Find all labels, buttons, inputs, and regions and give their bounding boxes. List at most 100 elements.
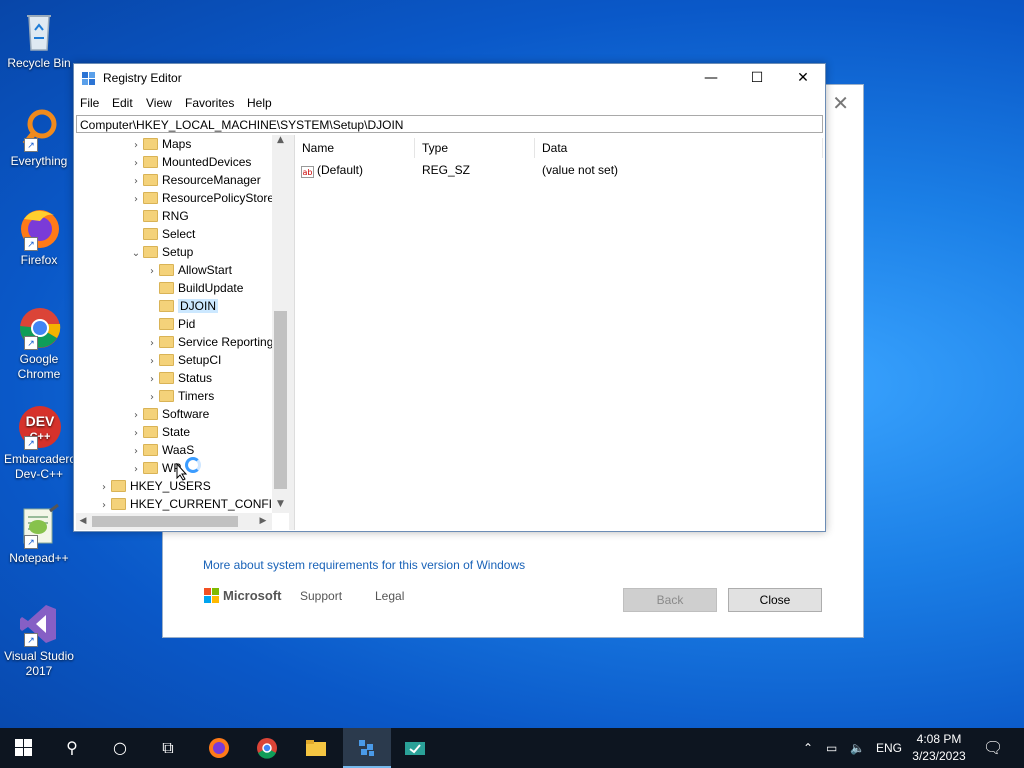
task-view-icon[interactable]: ⧉	[144, 728, 192, 768]
tree-node[interactable]: › Service Reporting	[145, 333, 273, 351]
back-button[interactable]: Back	[623, 588, 717, 612]
folder-icon	[143, 444, 158, 456]
microsoft-brand: Microsoft	[223, 588, 282, 603]
start-button[interactable]	[0, 728, 48, 768]
tree-node[interactable]: › Software	[129, 405, 209, 423]
tree-node[interactable]: ⌄ Setup	[129, 243, 194, 263]
taskbar: ⚲ ○ ⧉ ⌃ ▭ 🔈 ENG 4:08 PM 3/23/2023 🗨	[0, 728, 1024, 768]
scroll-left-icon[interactable]: ◀	[76, 513, 90, 530]
volume-muted-icon[interactable]: 🔈	[850, 728, 865, 768]
folder-icon	[143, 210, 158, 222]
tree-node[interactable]: › HKEY_USERS	[97, 477, 211, 495]
menu-edit[interactable]: Edit	[112, 96, 133, 110]
title-bar[interactable]: Registry Editor — ☐ ✕	[74, 64, 825, 92]
desktop-icon-everything[interactable]: ↗ Everything	[4, 106, 74, 169]
minimize-icon[interactable]: —	[688, 64, 734, 92]
tree-node-label: DJOIN	[178, 299, 218, 313]
desktop-icon-label: Firefox	[20, 253, 58, 267]
column-header-type[interactable]: Type	[415, 138, 535, 158]
menu-view[interactable]: View	[146, 96, 172, 110]
visual-studio-icon: ↗	[16, 601, 62, 647]
clock[interactable]: 4:08 PM 3/23/2023	[905, 731, 973, 765]
notifications-icon[interactable]: 🗨	[983, 728, 1003, 768]
desktop-icon-recycle-bin[interactable]: Recycle Bin	[4, 8, 74, 71]
notepadpp-icon: ↗	[16, 503, 62, 549]
collapse-arrow-icon[interactable]: ⌄	[129, 245, 143, 263]
system-requirements-link[interactable]: More about system requirements for this …	[203, 558, 525, 572]
taskbar-firefox-icon[interactable]	[195, 728, 243, 768]
tree-node[interactable]: › Timers	[145, 387, 214, 405]
everything-icon: ↗	[16, 106, 62, 152]
tree-node[interactable]: RNG	[129, 207, 189, 225]
cortana-icon[interactable]: ○	[96, 728, 144, 768]
desktop-icon-chrome[interactable]: ↗ Google Chrome	[4, 304, 74, 382]
search-icon[interactable]: ⚲	[48, 728, 96, 768]
close-icon[interactable]: ✕	[780, 64, 826, 92]
desktop-icon-devcpp[interactable]: DEV C++ ↗ Embarcadero Dev-C++	[4, 404, 76, 482]
tree-node[interactable]: › ResourceManager	[129, 171, 261, 189]
value-name: (Default)	[317, 163, 364, 177]
tree-node-label: RNG	[162, 209, 189, 223]
scroll-right-icon[interactable]: ▶	[256, 513, 270, 530]
desktop-icon-label: Recycle Bin	[7, 56, 71, 70]
desktop-icon-label: Google Chrome	[17, 352, 61, 381]
desktop-icon-notepadpp[interactable]: ↗ Notepad++	[4, 503, 74, 566]
taskbar-chrome-icon[interactable]	[243, 728, 291, 768]
scroll-thumb[interactable]	[274, 311, 287, 489]
close-icon[interactable]: ✕	[832, 91, 849, 115]
folder-icon	[143, 138, 158, 150]
shortcut-arrow-icon: ↗	[24, 633, 38, 647]
values-list[interactable]: Name Type Data ab (Default) REG_SZ (value…	[294, 135, 825, 530]
tree-horizontal-scrollbar[interactable]: ◀ ▶	[76, 513, 272, 530]
tree-node[interactable]: › SetupCI	[145, 351, 221, 369]
close-button[interactable]: Close	[728, 588, 822, 612]
tree-vertical-scrollbar[interactable]: ▲ ▼	[272, 135, 289, 513]
menu-help[interactable]: Help	[247, 96, 272, 110]
menu-favorites[interactable]: Favorites	[185, 96, 234, 110]
scroll-down-icon[interactable]: ▼	[272, 499, 289, 513]
support-link[interactable]: Support	[300, 589, 342, 603]
shortcut-arrow-icon: ↗	[24, 237, 38, 251]
devcpp-icon: DEV C++ ↗	[16, 404, 62, 450]
value-row-name[interactable]: ab (Default)	[301, 161, 363, 179]
recycle-bin-icon	[16, 8, 62, 54]
tree-node[interactable]: › Maps	[129, 135, 191, 153]
show-hidden-icons-icon[interactable]: ⌃	[803, 728, 813, 768]
scroll-thumb[interactable]	[92, 516, 238, 527]
folder-icon	[111, 498, 126, 510]
tree-node[interactable]: › Status	[145, 369, 212, 387]
desktop-icon-visual-studio[interactable]: ↗ Visual Studio 2017	[4, 601, 74, 679]
address-bar[interactable]: Computer\HKEY_LOCAL_MACHINE\SYSTEM\Setup…	[76, 115, 823, 133]
tree-node[interactable]: Pid	[145, 315, 195, 333]
tree-node-label: AllowStart	[178, 263, 233, 277]
menu-file[interactable]: File	[80, 96, 99, 110]
tree-node-label: HKEY_USERS	[130, 479, 211, 493]
tree-node-selected[interactable]: DJOIN	[145, 297, 218, 315]
folder-icon	[143, 462, 158, 474]
scroll-up-icon[interactable]: ▲	[272, 135, 289, 149]
network-icon[interactable]: ▭	[826, 728, 837, 768]
tree-node[interactable]: › WP	[129, 459, 181, 477]
legal-link[interactable]: Legal	[375, 589, 404, 603]
tree-node[interactable]: › MountedDevices	[129, 153, 251, 171]
taskbar-file-explorer-icon[interactable]	[292, 728, 340, 768]
tree-node[interactable]: BuildUpdate	[145, 279, 243, 297]
tree-node-label: ResourceManager	[162, 173, 261, 187]
tree-node[interactable]: › ResourcePolicyStore	[129, 189, 274, 207]
column-header-name[interactable]: Name	[295, 138, 415, 158]
column-header-data[interactable]: Data	[535, 138, 823, 158]
tree-node[interactable]: › WaaS	[129, 441, 194, 459]
windows-logo-icon	[15, 739, 32, 756]
tree-node[interactable]: Select	[129, 225, 195, 243]
maximize-icon[interactable]: ☐	[734, 64, 780, 92]
tree-node[interactable]: › State	[129, 423, 190, 441]
desktop-icon-firefox[interactable]: ↗ Firefox	[4, 205, 74, 268]
folder-icon	[159, 282, 174, 294]
tree-node[interactable]: › HKEY_CURRENT_CONFIG	[97, 495, 281, 513]
folder-icon	[143, 246, 158, 258]
taskbar-registry-editor-icon[interactable]	[343, 728, 391, 768]
language-indicator[interactable]: ENG	[876, 728, 902, 768]
taskbar-setup-icon[interactable]	[391, 728, 439, 768]
tree-node[interactable]: › AllowStart	[145, 261, 232, 279]
menu-bar: File Edit View Favorites Help	[74, 92, 825, 114]
